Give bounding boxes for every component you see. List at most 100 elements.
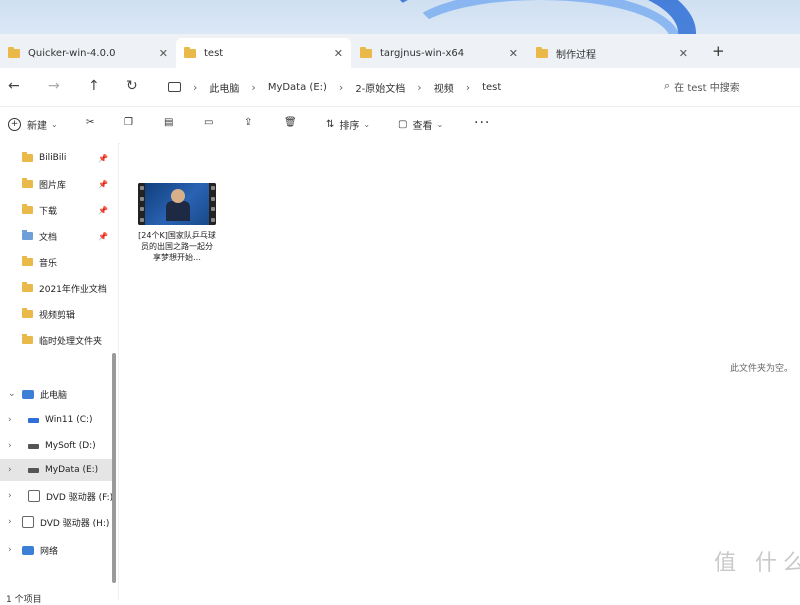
new-tab-button[interactable]: + (712, 42, 725, 60)
chevron-right-icon: › (251, 80, 256, 94)
close-icon[interactable]: ✕ (159, 47, 168, 60)
desktop-wallpaper (0, 0, 800, 34)
close-icon[interactable]: ✕ (509, 47, 518, 60)
computer-icon (22, 389, 34, 399)
paste-icon[interactable]: ▤ (164, 117, 173, 128)
chevron-right-icon[interactable]: › (8, 545, 12, 555)
chevron-right-icon[interactable]: › (8, 441, 12, 451)
tab-quicker[interactable]: Quicker-win-4.0.0 ✕ (0, 38, 176, 68)
tab-label: 制作过程 (556, 49, 596, 61)
status-bar: 1 个项目 (6, 595, 42, 605)
view-button[interactable]: ▢ 查看 ⌄ (398, 117, 443, 132)
sidebar-item-bilibili[interactable]: BiliBili 📌 (0, 147, 112, 169)
breadcrumb-mydata[interactable]: MyData (E:) (268, 82, 327, 93)
folder-icon (22, 178, 33, 188)
sidebar-item-drive-e[interactable]: › MyData (E:) (0, 459, 112, 481)
plus-icon: + (8, 118, 21, 131)
new-button[interactable]: + 新建 ⌄ (8, 117, 58, 132)
cut-icon[interactable]: ✂ (86, 117, 94, 128)
chevron-right-icon: › (417, 80, 422, 94)
chevron-right-icon[interactable]: › (8, 517, 12, 527)
thumbnail-frame (145, 183, 209, 225)
sidebar-item-label: 文档 (39, 232, 58, 243)
chevron-right-icon: › (193, 80, 198, 94)
pin-icon: 📌 (98, 205, 108, 215)
breadcrumb-test[interactable]: test (482, 82, 501, 93)
breadcrumb-this-pc[interactable]: 此电脑 (209, 80, 239, 95)
tab-process[interactable]: 制作过程 ✕ (528, 38, 696, 68)
sidebar-item-pictures[interactable]: 图片库 📌 (0, 173, 112, 195)
sidebar-item-drive-f[interactable]: › DVD 驱动器 (F:) (0, 485, 112, 507)
sidebar-item-drive-d[interactable]: › MySoft (D:) (0, 435, 112, 457)
up-button[interactable]: ↑ (88, 78, 100, 94)
network-icon (22, 545, 34, 555)
sidebar-scrollbar[interactable] (112, 353, 116, 583)
breadcrumb[interactable]: › 此电脑 › MyData (E:) › 2-原始文档 › 视频 › test (168, 74, 658, 100)
share-icon[interactable]: ⇪ (244, 117, 252, 128)
forward-button[interactable]: → (48, 78, 60, 94)
close-icon[interactable]: ✕ (334, 47, 343, 60)
sidebar-item-label: 视频剪辑 (39, 310, 76, 321)
document-folder-icon (22, 230, 33, 240)
sort-button[interactable]: ⇅ 排序 ⌄ (326, 117, 370, 132)
sidebar-item-label: MySoft (D:) (45, 441, 96, 451)
chevron-right-icon[interactable]: › (8, 465, 12, 475)
sidebar-item-documents[interactable]: 文档 📌 (0, 225, 112, 247)
address-bar: ← → ↑ ↻ › 此电脑 › MyData (E:) › 2-原始文档 › 视… (0, 68, 800, 107)
sidebar-item-downloads[interactable]: 下载 📌 (0, 199, 112, 221)
back-button[interactable]: ← (8, 78, 20, 94)
rename-icon[interactable]: ▭ (204, 117, 213, 128)
watermark: 值 什么 (714, 551, 800, 576)
sidebar-item-label: 2021年作业文档 (39, 284, 107, 295)
view-icon: ▢ (398, 119, 408, 130)
file-list[interactable]: [24个K]国家队乒乓球员的出国之路一起分享梦想开始… 此文件夹为空。 值 什么 (120, 143, 800, 600)
delete-icon[interactable]: 🗑 (284, 117, 297, 128)
folder-icon (22, 308, 33, 318)
drive-icon (28, 467, 39, 473)
sidebar-item-label: DVD 驱动器 (F:) (46, 492, 112, 503)
dvd-icon (28, 490, 40, 502)
sidebar-item-music[interactable]: 音乐 (0, 251, 112, 273)
sidebar-item-this-pc[interactable]: ⌄ 此电脑 (0, 383, 112, 405)
pin-icon: 📌 (98, 179, 108, 189)
chevron-down-icon: ⌄ (51, 120, 58, 129)
sidebar-item-label: 临时处理文件夹 (39, 336, 103, 347)
windows-drive-icon (28, 417, 39, 423)
pin-icon: 📌 (98, 231, 108, 241)
sidebar-item-label: 此电脑 (40, 390, 68, 401)
monitor-icon (168, 82, 181, 92)
sidebar-item-label: 音乐 (39, 258, 58, 269)
chevron-right-icon[interactable]: › (8, 415, 12, 425)
folder-icon (22, 152, 33, 162)
sidebar-item-homework[interactable]: 2021年作业文档 (0, 277, 112, 299)
refresh-button[interactable]: ↻ (126, 78, 138, 94)
wallpaper-swirl-2 (400, 0, 680, 34)
breadcrumb-docs[interactable]: 2-原始文档 (355, 80, 405, 95)
thumbnail-person-body (166, 201, 190, 221)
copy-icon[interactable]: ❐ (124, 117, 133, 128)
sidebar-item-network[interactable]: › 网络 (0, 539, 112, 561)
sort-icon: ⇅ (326, 119, 335, 130)
sidebar-item-drive-h[interactable]: › DVD 驱动器 (H:) (0, 511, 112, 533)
folder-icon (22, 334, 33, 344)
sidebar-item-drive-c[interactable]: › Win11 (C:) (0, 409, 112, 431)
drive-icon (28, 443, 39, 449)
chevron-right-icon[interactable]: › (8, 491, 12, 501)
tab-targjnus[interactable]: targjnus-win-x64 ✕ (352, 38, 526, 68)
chevron-down-icon[interactable]: ⌄ (8, 389, 16, 399)
file-item-video[interactable]: [24个K]国家队乒乓球员的出国之路一起分享梦想开始… (138, 183, 222, 263)
sort-label: 排序 (339, 121, 360, 132)
folder-icon (22, 256, 33, 266)
dvd-icon (22, 516, 34, 528)
breadcrumb-videos[interactable]: 视频 (434, 80, 454, 95)
folder-icon (22, 204, 33, 214)
close-icon[interactable]: ✕ (679, 47, 688, 60)
sidebar-item-label: 网络 (40, 546, 59, 557)
sidebar-item-video-edit[interactable]: 视频剪辑 (0, 303, 112, 325)
more-options-button[interactable]: ··· (474, 115, 490, 131)
sidebar-item-temp[interactable]: 临时处理文件夹 (0, 329, 112, 351)
tab-test[interactable]: test ✕ (176, 38, 351, 68)
search-input[interactable]: ⌕ 在 test 中搜索 (664, 74, 800, 98)
sidebar-item-label: BiliBili (39, 153, 67, 163)
sidebar-item-label: DVD 驱动器 (H:) (40, 518, 110, 529)
